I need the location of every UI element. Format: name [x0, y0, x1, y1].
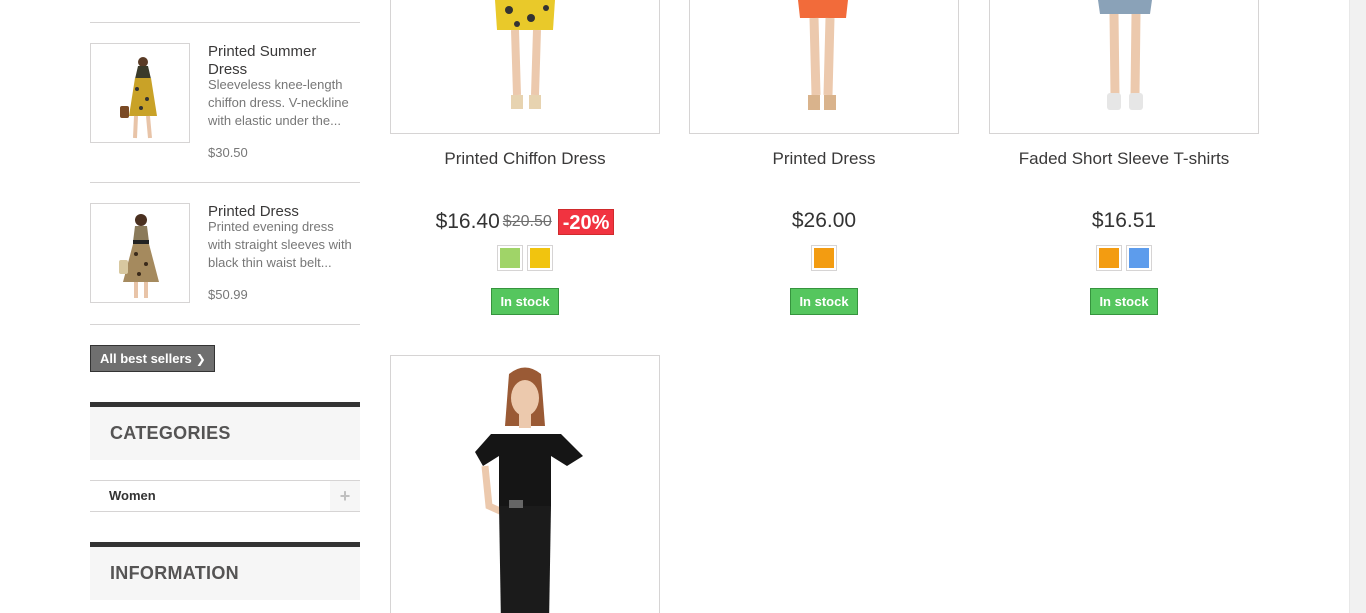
chevron-right-icon: ❯ [195, 352, 206, 366]
all-best-sellers-label: All best sellers [100, 351, 192, 366]
product-image[interactable] [689, 0, 959, 134]
color-swatch[interactable] [1096, 245, 1122, 271]
product-image[interactable] [989, 0, 1259, 134]
best-seller-item[interactable]: Printed Dress Printed evening dress with… [90, 203, 360, 343]
product-price: $16.40 [435, 210, 500, 233]
scrollbar[interactable] [1349, 0, 1366, 613]
price-row: $26.00 [689, 209, 959, 233]
product-name[interactable]: Printed Dress [689, 149, 959, 169]
product-thumbnail[interactable] [90, 43, 190, 143]
expand-plus-icon[interactable]: + [330, 481, 360, 511]
product-name[interactable]: Printed Chiffon Dress [390, 149, 660, 169]
categories-title: CATEGORIES [90, 402, 360, 460]
old-price: $20.50 [502, 213, 552, 230]
price-row: $16.51 [989, 209, 1259, 233]
price-row: $16.40 $20.50 -20% [390, 209, 660, 235]
color-swatch[interactable] [811, 245, 837, 271]
in-stock-badge: In stock [491, 288, 559, 315]
product-thumbnail[interactable] [90, 203, 190, 303]
divider [90, 324, 360, 325]
best-seller-description: Printed evening dress with straight slee… [208, 219, 352, 270]
page: Printed Summer Dress Sleeveless knee-len… [0, 0, 1366, 613]
product-image[interactable] [390, 355, 660, 613]
product-price: $16.51 [1091, 209, 1157, 232]
in-stock-badge: In stock [790, 288, 858, 315]
divider [90, 182, 360, 183]
color-swatch[interactable] [497, 245, 523, 271]
best-seller-item[interactable]: Printed Summer Dress Sleeveless knee-len… [90, 43, 360, 183]
information-title: INFORMATION [90, 542, 360, 600]
color-swatch[interactable] [527, 245, 553, 271]
category-label[interactable]: Women [109, 481, 156, 511]
best-seller-price: $30.50 [208, 145, 248, 160]
color-swatches [390, 245, 660, 271]
in-stock-badge: In stock [1090, 288, 1158, 315]
divider [90, 22, 360, 23]
category-item-women[interactable]: Women + [90, 480, 360, 512]
best-seller-price: $50.99 [208, 287, 248, 302]
discount-badge: -20% [557, 209, 615, 235]
all-best-sellers-button[interactable]: All best sellers ❯ [90, 345, 215, 372]
color-swatches [689, 245, 959, 271]
product-name[interactable]: Faded Short Sleeve T-shirts [989, 149, 1259, 169]
color-swatches [989, 245, 1259, 271]
best-seller-description: Sleeveless knee-length chiffon dress. V-… [208, 77, 349, 128]
color-swatch[interactable] [1126, 245, 1152, 271]
product-price: $26.00 [791, 209, 857, 232]
best-seller-name[interactable]: Printed Summer Dress [208, 43, 358, 79]
product-image[interactable] [390, 0, 660, 134]
